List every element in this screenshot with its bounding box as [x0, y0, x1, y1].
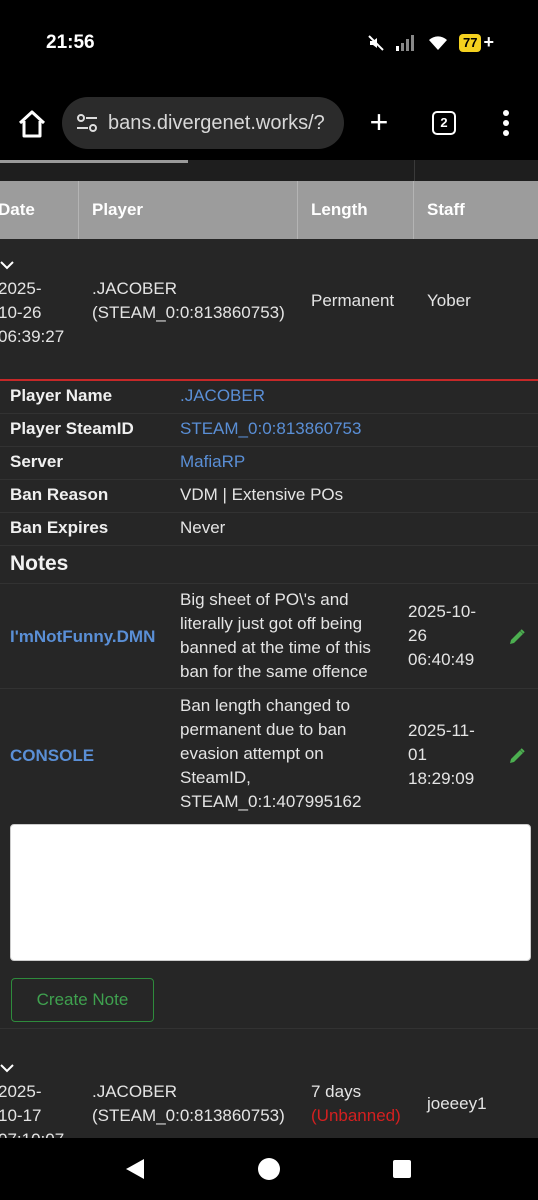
- tab-switcher-button[interactable]: 2: [432, 111, 456, 135]
- date-cell: 2025- 10-26 06:39:27: [0, 279, 65, 346]
- detail-row-steamid: Player SteamID STEAM_0:0:813860753: [0, 414, 538, 447]
- signal-icon: [396, 34, 415, 51]
- player-cell: .JACOBER (STEAM_0:0:813860753): [92, 1082, 285, 1125]
- note-item: I'mNotFunny.DMN Big sheet of PO\'s and l…: [0, 583, 538, 688]
- chevron-down-icon[interactable]: [0, 260, 14, 270]
- browser-toolbar: bans.divergenet.works/? + 2: [0, 88, 538, 160]
- column-header-player[interactable]: Player: [92, 181, 143, 239]
- mute-icon: [368, 34, 384, 51]
- back-icon[interactable]: [124, 1158, 146, 1180]
- detail-label: Player SteamID: [10, 419, 134, 438]
- note-text: Ban length changed to permanent due to b…: [180, 696, 362, 811]
- wifi-icon: [429, 35, 448, 50]
- note-textarea[interactable]: [10, 824, 531, 961]
- new-tab-button[interactable]: +: [364, 106, 394, 140]
- unbanned-status: (Unbanned): [311, 1106, 401, 1125]
- length-cell: 7 days (Unbanned): [311, 1080, 401, 1128]
- pencil-icon[interactable]: [508, 628, 526, 646]
- site-settings-icon[interactable]: [76, 113, 98, 133]
- status-bar: 21:56 77 +: [0, 0, 538, 88]
- battery-icon: 77: [459, 33, 482, 52]
- detail-label: Ban Reason: [10, 485, 109, 504]
- divider: [297, 181, 298, 239]
- notes-heading: Notes: [10, 552, 69, 575]
- pencil-icon[interactable]: [508, 747, 526, 765]
- scroll-indicator: [0, 160, 188, 163]
- note-date: 2025-10- 26 06:40:49: [408, 602, 477, 669]
- status-icons: 77 +: [367, 32, 494, 53]
- home-icon[interactable]: [16, 108, 48, 140]
- column-header-length[interactable]: Length: [311, 181, 368, 239]
- page-content: Date Player Length Staff 2025- 10-26 06:…: [0, 160, 538, 1138]
- system-nav-bar: [0, 1138, 538, 1200]
- address-bar[interactable]: bans.divergenet.works/?: [62, 97, 344, 149]
- divider: [414, 160, 415, 181]
- staff-cell: joeeey1: [427, 1094, 487, 1113]
- detail-label: Server: [10, 452, 63, 471]
- detail-label: Player Name: [10, 386, 113, 405]
- divider: [78, 181, 79, 239]
- note-item: CONSOLE Ban length changed to permanent …: [0, 688, 538, 824]
- charging-icon: +: [483, 32, 494, 52]
- clock: 21:56: [46, 32, 95, 53]
- top-strip: [0, 160, 538, 181]
- length-cell: Permanent: [311, 291, 395, 310]
- ban-expires-value: Never: [180, 518, 226, 537]
- divider: [0, 1028, 538, 1029]
- column-header-staff[interactable]: Staff: [427, 181, 465, 239]
- player-cell: .JACOBER (STEAM_0:0:813860753): [92, 279, 285, 322]
- recents-icon[interactable]: [392, 1159, 412, 1179]
- ban-reason-value: VDM | Extensive POs: [180, 485, 344, 504]
- note-author-link[interactable]: I'mNotFunny.DMN: [10, 627, 155, 647]
- player-name-link[interactable]: .JACOBER: [180, 386, 265, 406]
- detail-label: Ban Expires: [10, 518, 109, 537]
- url-text: bans.divergenet.works/?: [108, 111, 325, 134]
- staff-cell: Yober: [427, 291, 471, 310]
- steamid-link[interactable]: STEAM_0:0:813860753: [180, 419, 361, 439]
- detail-row-ban-reason: Ban Reason VDM | Extensive POs: [0, 480, 538, 513]
- detail-row-player-name: Player Name .JACOBER: [0, 381, 538, 414]
- chevron-down-icon[interactable]: [0, 1063, 14, 1073]
- date-cell: 2025- 10-17 07:10:07: [0, 1082, 64, 1138]
- home-nav-icon[interactable]: [257, 1157, 281, 1181]
- detail-row-ban-expires: Ban Expires Never: [0, 513, 538, 546]
- server-link[interactable]: MafiaRP: [180, 452, 245, 472]
- table-header: Date Player Length Staff: [0, 181, 538, 239]
- note-author-link[interactable]: CONSOLE: [10, 746, 94, 766]
- column-header-date[interactable]: Date: [0, 181, 35, 239]
- more-menu-icon[interactable]: [500, 108, 512, 138]
- create-note-button[interactable]: Create Note: [11, 978, 154, 1022]
- note-text: Big sheet of PO\'s and literally just go…: [180, 590, 371, 681]
- note-date: 2025-11- 01 18:29:09: [408, 721, 475, 788]
- detail-row-server: Server MafiaRP: [0, 447, 538, 480]
- divider: [413, 181, 414, 239]
